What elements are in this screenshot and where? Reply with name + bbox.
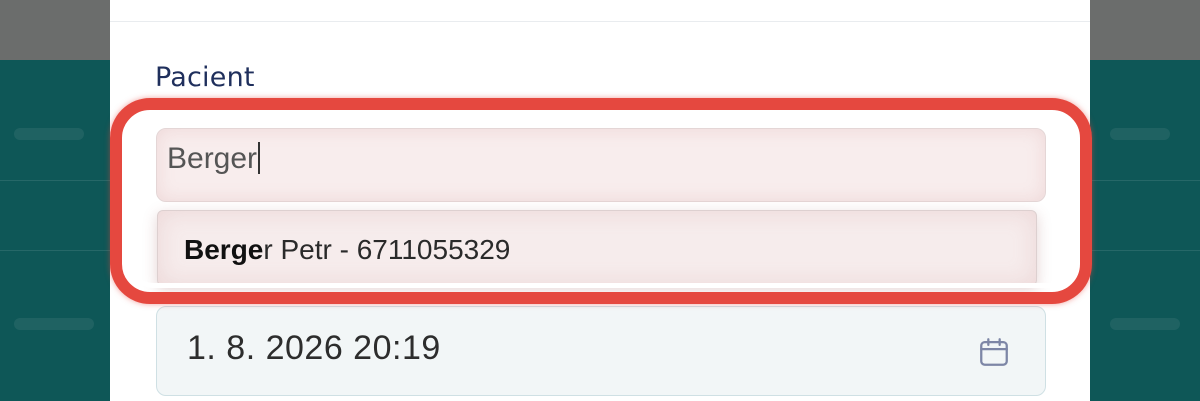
backdrop-blurred-text bbox=[1110, 128, 1170, 140]
suggestion-match-text: Berge bbox=[184, 234, 264, 265]
calendar-icon[interactable] bbox=[977, 335, 1011, 369]
modal-divider bbox=[110, 21, 1090, 22]
backdrop-divider bbox=[0, 180, 110, 181]
patient-search-input[interactable]: Berger bbox=[156, 128, 1046, 202]
backdrop-left-panel bbox=[0, 60, 110, 401]
text-caret bbox=[258, 142, 261, 175]
backdrop-divider bbox=[0, 250, 110, 251]
backdrop-blurred-text bbox=[14, 318, 94, 330]
backdrop-blurred-text bbox=[14, 128, 84, 140]
modal-header-area bbox=[110, 0, 1090, 21]
patient-search-value: Berger bbox=[167, 142, 261, 176]
backdrop-divider bbox=[1090, 180, 1200, 181]
suggestion-option[interactable]: Berger Petr - 6711055329 bbox=[184, 234, 510, 266]
backdrop-right-panel bbox=[1090, 60, 1200, 401]
datetime-value: 1. 8. 2026 20:19 bbox=[187, 329, 441, 367]
datetime-input[interactable]: 1. 8. 2026 20:19 bbox=[156, 306, 1046, 396]
backdrop-blurred-text bbox=[1110, 318, 1180, 330]
patient-field-label: Pacient bbox=[155, 62, 255, 93]
suggestion-rest-text: r Petr - 6711055329 bbox=[263, 234, 511, 265]
patient-suggestion-dropdown: Berger Petr - 6711055329 bbox=[157, 210, 1037, 286]
backdrop-divider bbox=[1090, 250, 1200, 251]
